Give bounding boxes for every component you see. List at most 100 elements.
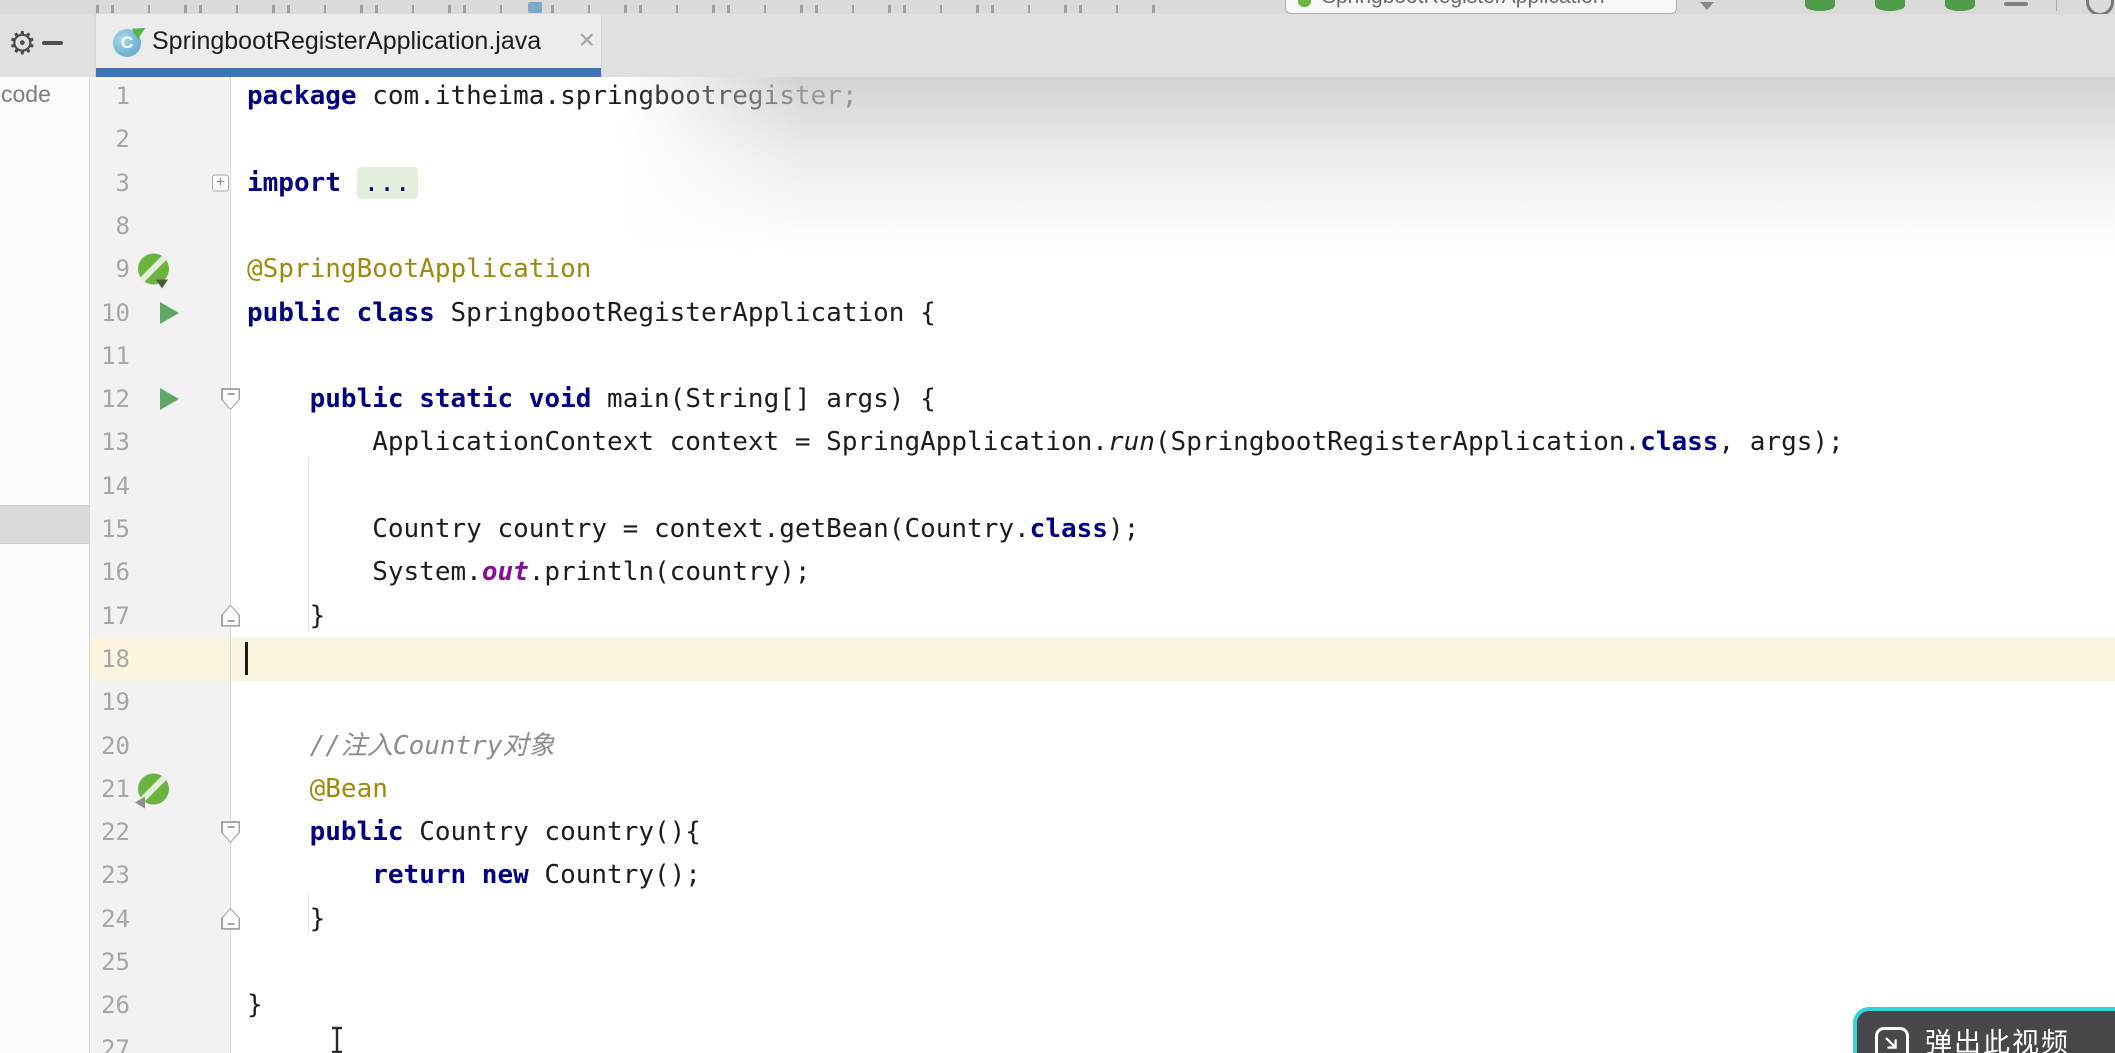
close-icon[interactable]: × [579,14,595,68]
line-number: 10 [101,298,130,327]
code-line-14[interactable]: 14 [90,464,2115,508]
editor-tab-bar: ⚙ C SpringbootRegisterApplication.java × [0,14,2115,77]
toolbar-divider [2056,0,2057,11]
code-line-16[interactable]: 16 System.out.println(country); [90,550,2115,594]
fold-expand-icon[interactable]: + [212,174,229,192]
code-line-9[interactable]: 9 @SpringBootApplication [90,247,2115,291]
spring-boot-gutter-icon[interactable] [138,253,169,289]
line-number: 22 [101,818,130,847]
line-number: 13 [101,428,130,457]
panel-drag-handle[interactable] [0,505,90,544]
gear-icon[interactable]: ⚙ [8,19,37,67]
project-panel-sliver: code [0,77,90,1053]
code-line-15[interactable]: 15 Country country = context.getBean(Cou… [90,507,2115,551]
code-text: public static void main(String[] args) { [309,384,936,415]
run-configuration-name: SpringbootRegisterApplication [1322,0,1605,9]
active-tab-underline [96,68,601,77]
code-text: System.out.println(country); [247,557,811,588]
code-line-1[interactable]: 1 package com.itheima.springbootregister; [90,77,2115,118]
code-line-8[interactable]: 8 [90,204,2115,248]
run-button-fragment[interactable] [1805,0,1835,11]
code-line-18[interactable]: 18 [90,637,2115,681]
run-gutter-icon[interactable] [160,388,179,411]
line-number: 3 [115,168,130,197]
hide-panel-icon[interactable] [42,41,63,45]
breadcrumb-fragment [96,5,1156,13]
code-line-3[interactable]: 3 + import ... [90,161,2115,205]
code-line-26[interactable]: 26} [90,983,2115,1027]
code-text: import ... [247,161,418,205]
project-item-fragment: code [1,81,51,107]
line-number: 12 [101,385,130,414]
code-line-13[interactable]: 13 ApplicationContext context = SpringAp… [90,420,2115,464]
line-number: 25 [101,948,130,976]
line-number: 8 [115,211,130,240]
code-text: public class SpringbootRegisterApplicati… [247,297,936,328]
spring-boot-icon [1298,0,1311,7]
line-number: 20 [101,731,130,760]
code-line-10[interactable]: 10 public class SpringbootRegisterApplica… [90,291,2115,335]
tab-title: SpringbootRegisterApplication.java [152,27,542,55]
code-text: return new Country(); [372,860,701,891]
popout-video-button[interactable]: 弹出此视频 [1853,1007,2115,1053]
code-text: @Bean [309,773,388,804]
run-gutter-icon[interactable] [160,301,179,324]
chevron-down-icon[interactable] [1700,2,1714,10]
run-configuration-combo[interactable]: SpringbootRegisterApplication [1285,0,1677,14]
toolbar-separator-fragment [2004,2,2028,6]
code-line-20[interactable]: 20 //注入Country对象 [90,724,2115,768]
fold-region-start-icon[interactable] [221,821,240,844]
code-line-27[interactable]: 27 [90,1027,2115,1053]
line-number: 21 [101,774,130,803]
code-line-22[interactable]: 22 public Country country(){ [90,810,2115,854]
code-line-25[interactable]: 25 [90,940,2115,984]
code-line-21[interactable]: 21 @Bean [90,767,2115,811]
code-line-19[interactable]: 19 [90,680,2115,724]
toolbar-strip-cutoff: SpringbootRegisterApplication [0,0,2115,15]
popout-video-label: 弹出此视频 [1925,1028,2070,1053]
code-line-24[interactable]: 24 } [90,897,2115,941]
breadcrumb-icon [528,2,542,13]
code-text: //注入Country对象 [247,730,555,761]
spring-bean-gutter-icon[interactable] [135,773,169,809]
line-number: 1 [115,82,130,110]
code-line-12[interactable]: 12 public static void main(String[] args… [90,377,2115,421]
line-number: 26 [101,991,130,1020]
line-number: 9 [115,255,130,284]
code-line-17[interactable]: 17 } [90,594,2115,638]
line-number: 18 [101,644,130,673]
code-line-11[interactable]: 11 [90,334,2115,378]
fold-region-end-icon[interactable] [221,907,240,930]
line-number: 14 [101,471,130,500]
line-number: 11 [101,341,130,370]
line-number: 2 [115,125,130,154]
coverage-button-fragment[interactable] [1945,0,1975,11]
text-caret [245,641,248,675]
line-number: 15 [101,515,130,543]
debug-button-fragment[interactable] [1875,0,1905,11]
tab-springbootregisterapplication[interactable]: C SpringbootRegisterApplication.java × [95,14,602,77]
line-number: 17 [101,601,130,630]
code-editor[interactable]: 1 package com.itheima.springbootregister;… [90,77,2115,1053]
pop-out-icon [1875,1027,1909,1053]
line-number: 16 [101,558,130,587]
line-number: 24 [101,904,130,933]
code-text: @SpringBootApplication [247,254,592,285]
fold-region-start-icon[interactable] [221,388,240,411]
code-line-2[interactable]: 2 [90,117,2115,161]
code-text: } [247,990,263,1021]
java-class-run-icon: C [113,29,141,57]
ide-window: SpringbootRegisterApplication ⚙ C Spring… [0,0,2115,1053]
search-icon-fragment[interactable] [2086,0,2114,14]
code-text: Country country = context.getBean(Countr… [247,514,1140,544]
line-number: 27 [101,1034,130,1053]
fold-region-end-icon[interactable] [221,604,240,627]
code-text: } [247,903,326,934]
line-number: 23 [101,861,130,890]
code-text: public Country country(){ [309,817,701,848]
ibeam-cursor [332,1026,342,1053]
code-line-23[interactable]: 23 return new Country(); [90,853,2115,897]
code-text: ApplicationContext context = SpringAppli… [247,427,1844,458]
code-text: } [247,600,326,631]
code-text: package com.itheima.springbootregister; [247,81,858,111]
